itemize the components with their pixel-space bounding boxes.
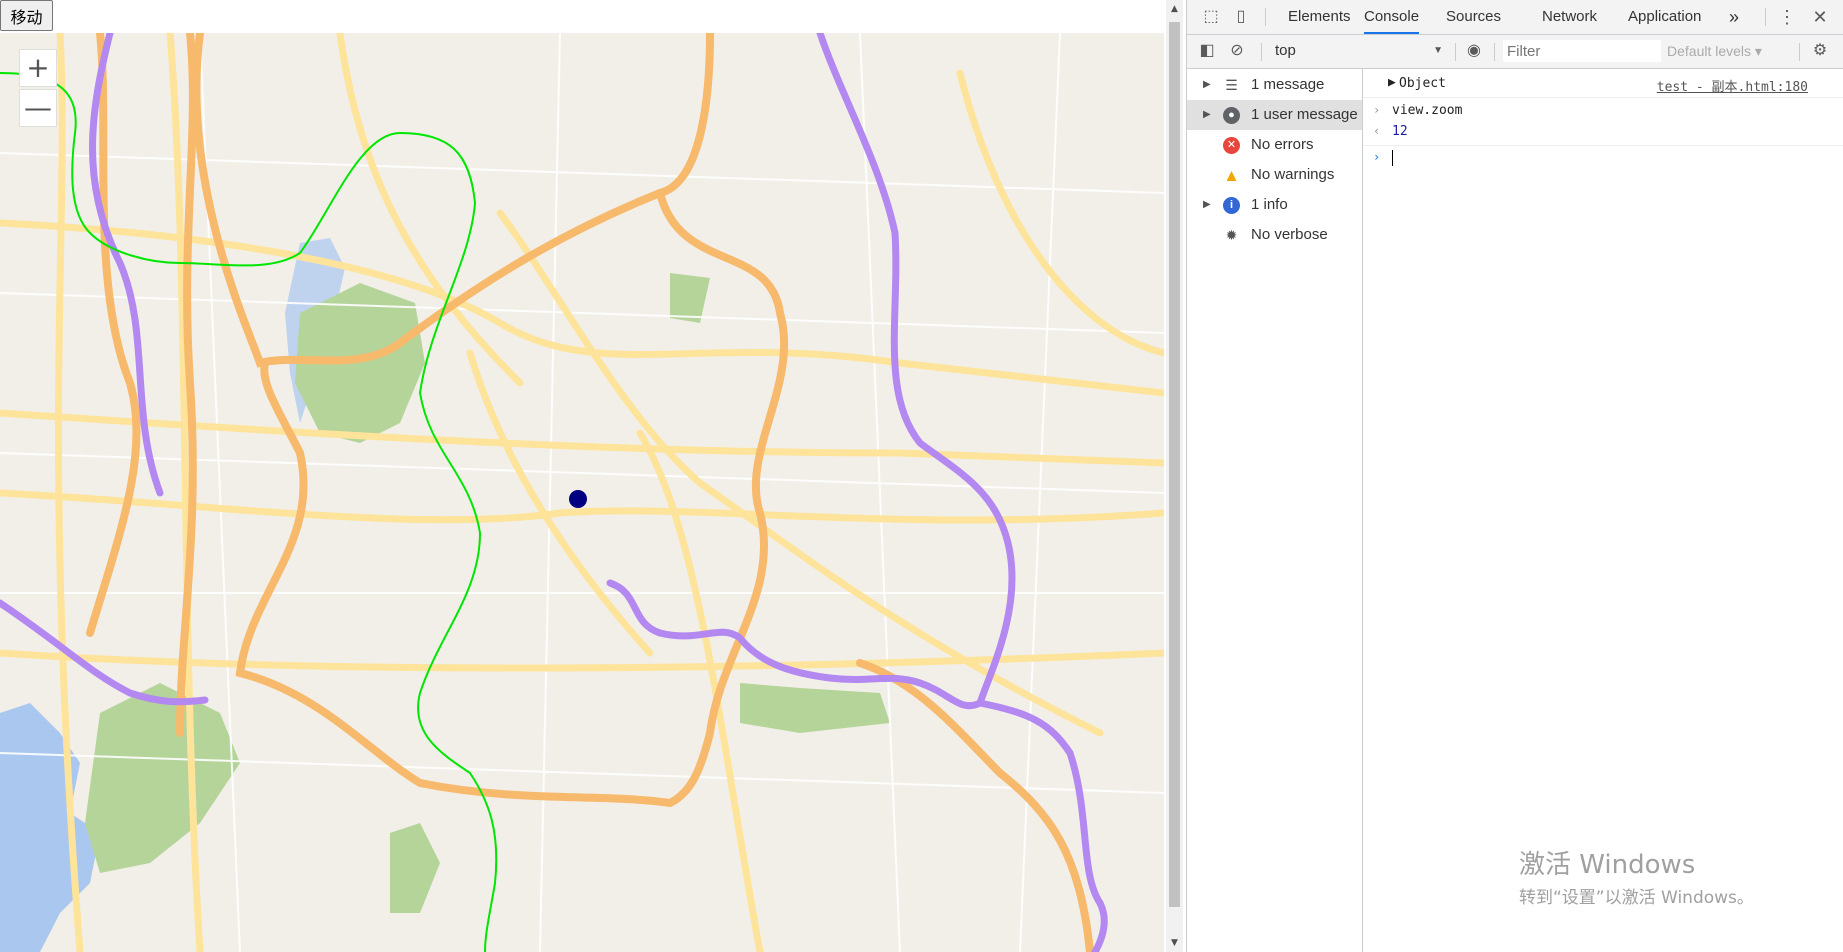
sidebar-item-verbose[interactable]: ✹ No verbose	[1187, 220, 1362, 250]
windows-activation-watermark: 激活 Windows 转到“设置”以激活 Windows。	[1519, 844, 1754, 908]
input-prompt-icon: ›	[1373, 103, 1381, 117]
map-canvas	[0, 33, 1164, 952]
source-link[interactable]: test - 副本.html:180	[1657, 76, 1808, 95]
scroll-down-icon[interactable]: ▼	[1166, 934, 1183, 952]
result-arrow-icon: ‹	[1373, 124, 1381, 138]
toolbar-divider	[1455, 43, 1456, 61]
expand-arrow-icon[interactable]: ▶	[1203, 100, 1211, 130]
web-page: 移动 + —	[0, 0, 1166, 952]
kebab-menu-icon[interactable]: ⋮	[1777, 7, 1797, 27]
user-icon: ●	[1223, 107, 1240, 124]
toolbar-divider	[1261, 43, 1262, 61]
sidebar-item-warnings[interactable]: ▲ No warnings	[1187, 160, 1362, 190]
bug-icon: ✹	[1225, 227, 1238, 243]
move-button[interactable]: 移动	[0, 0, 53, 31]
sidebar-item-label: 1 user message	[1251, 106, 1358, 123]
park-area	[740, 683, 890, 733]
sidebar-item-label: No errors	[1251, 136, 1314, 153]
toolbar-divider	[1494, 43, 1495, 61]
expand-arrow-icon[interactable]: ▶	[1203, 70, 1211, 100]
scroll-up-icon[interactable]: ▲	[1166, 0, 1183, 18]
sidebar-item-label: No verbose	[1251, 226, 1328, 243]
more-tabs-button[interactable]: »	[1729, 0, 1739, 33]
list-icon: ☰	[1225, 77, 1238, 93]
close-icon[interactable]: ✕	[1810, 7, 1830, 27]
object-label[interactable]: Object	[1399, 76, 1446, 91]
park-area	[85, 683, 240, 873]
sidebar-item-messages[interactable]: ▶ ☰ 1 message	[1187, 70, 1362, 100]
console-sidebar: ▶ ☰ 1 message ▶ ● 1 user message ✕ No er…	[1187, 69, 1363, 952]
tab-network[interactable]: Network	[1542, 0, 1597, 33]
watermark-subtitle: 转到“设置”以激活 Windows。	[1519, 888, 1754, 908]
location-marker	[569, 490, 587, 508]
gear-icon[interactable]: ⚙	[1810, 41, 1830, 61]
inspect-element-icon[interactable]: ⬚	[1201, 7, 1221, 27]
expand-arrow-icon[interactable]: ▶	[1203, 190, 1211, 220]
water-area	[0, 703, 100, 952]
clear-console-icon[interactable]: ⊘	[1227, 41, 1247, 61]
prompt-icon: ›	[1373, 150, 1381, 164]
toolbar-divider	[1265, 8, 1266, 26]
park-area	[390, 823, 440, 913]
sidebar-item-label: 1 info	[1251, 196, 1288, 213]
context-select[interactable]: top ▼	[1275, 41, 1443, 61]
context-value: top	[1275, 42, 1296, 59]
devtools-panel: ⬚ ▯ Elements Console Sources Network App…	[1186, 0, 1843, 952]
toolbar-divider	[1799, 43, 1800, 61]
command-text: view.zoom	[1392, 103, 1463, 118]
result-value: 12	[1392, 124, 1408, 139]
map-view[interactable]: + —	[0, 33, 1164, 952]
tab-sources[interactable]: Sources	[1446, 0, 1501, 33]
zoom-in-button[interactable]: +	[19, 49, 57, 87]
console-toolbar: ◧ ⊘ top ▼ ◉ Default levels ▾ ⚙	[1187, 35, 1843, 69]
console-input-caret[interactable]	[1392, 150, 1393, 166]
sidebar-item-label: 1 message	[1251, 76, 1325, 93]
sidebar-item-label: No warnings	[1251, 166, 1335, 183]
console-output[interactable]: ▶ Object test - 副本.html:180 › view.zoom …	[1363, 69, 1843, 952]
page-scrollbar[interactable]: ▲ ▼	[1166, 0, 1183, 952]
sidebar-item-user-messages[interactable]: ▶ ● 1 user message	[1187, 100, 1362, 130]
sidebar-toggle-icon[interactable]: ◧	[1197, 41, 1217, 61]
scrollbar-thumb[interactable]	[1169, 22, 1180, 907]
console-message-row: ▶ Object test - 副本.html:180	[1363, 69, 1843, 98]
warning-icon: ▲	[1223, 166, 1240, 185]
sidebar-item-info[interactable]: ▶ i 1 info	[1187, 190, 1362, 220]
tab-elements[interactable]: Elements	[1288, 0, 1351, 33]
devtools-tabbar: ⬚ ▯ Elements Console Sources Network App…	[1187, 0, 1843, 35]
eye-icon[interactable]: ◉	[1464, 41, 1484, 61]
console-command-row: › view.zoom ‹ 12	[1363, 98, 1843, 146]
log-levels-dropdown[interactable]: Default levels ▾	[1667, 41, 1762, 61]
sidebar-item-errors[interactable]: ✕ No errors	[1187, 130, 1362, 160]
tab-console[interactable]: Console	[1364, 0, 1420, 34]
chevron-down-icon: ▼	[1433, 45, 1443, 56]
filter-input[interactable]	[1503, 40, 1661, 62]
error-icon: ✕	[1223, 137, 1240, 154]
expand-arrow-icon[interactable]: ▶	[1388, 75, 1396, 90]
device-toolbar-icon[interactable]: ▯	[1231, 7, 1251, 27]
tab-application[interactable]: Application	[1628, 0, 1701, 33]
zoom-out-button[interactable]: —	[19, 89, 57, 127]
watermark-title: 激活 Windows	[1519, 850, 1696, 880]
info-icon: i	[1223, 197, 1240, 214]
toolbar-divider	[1765, 8, 1766, 26]
